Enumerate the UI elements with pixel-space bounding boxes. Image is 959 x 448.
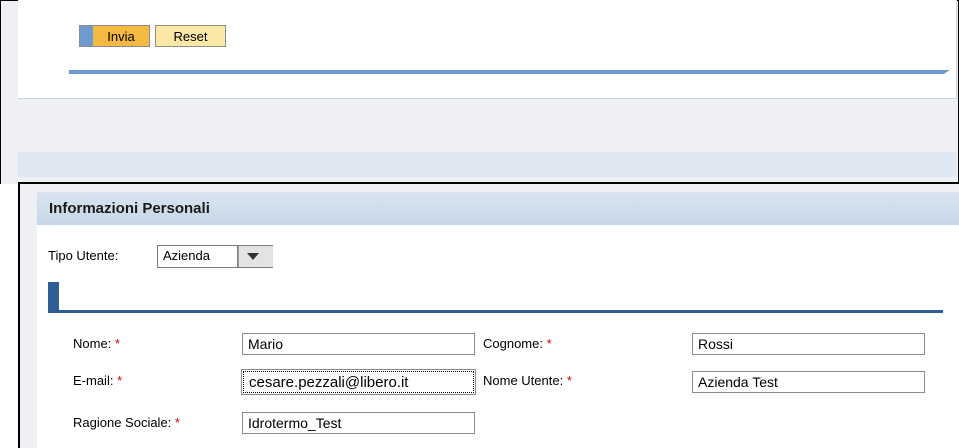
- required-marker: *: [114, 336, 120, 351]
- action-panel-divider: [69, 70, 950, 74]
- email-field[interactable]: [241, 369, 476, 395]
- last-name-field[interactable]: [692, 333, 925, 355]
- subsection-divider: [48, 310, 943, 313]
- company-name-field[interactable]: [242, 412, 475, 434]
- required-marker: *: [546, 336, 552, 351]
- subsection-marker: [48, 282, 59, 312]
- first-name-label: Nome: *: [73, 336, 120, 351]
- user-type-value: Azienda: [163, 248, 210, 263]
- username-field[interactable]: [692, 371, 925, 393]
- required-marker: *: [174, 415, 180, 430]
- first-name-field[interactable]: [242, 333, 475, 355]
- email-label: E-mail: *: [73, 373, 123, 388]
- user-type-label: Tipo Utente:: [48, 248, 119, 263]
- reset-button[interactable]: Reset: [155, 25, 226, 47]
- header-strip: [18, 152, 957, 177]
- required-marker: *: [566, 373, 572, 388]
- section-title: Informazioni Personali: [37, 192, 959, 225]
- company-name-label: Ragione Sociale: *: [73, 415, 180, 430]
- required-marker: *: [117, 373, 123, 388]
- chevron-down-icon: [247, 253, 259, 260]
- username-label: Nome Utente: *: [483, 373, 572, 388]
- submit-button[interactable]: Invia: [79, 25, 150, 47]
- last-name-label: Cognome: *: [483, 336, 552, 351]
- action-panel: [18, 0, 957, 99]
